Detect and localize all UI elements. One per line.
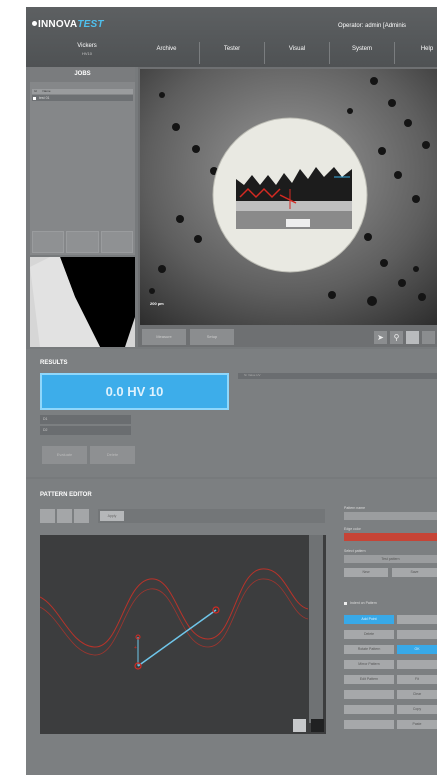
- hardness-value-display: 0.0 HV 10: [40, 373, 229, 410]
- pattern-editor-title: PATTERN EDITOR: [40, 492, 92, 498]
- pattern-grid-button[interactable]: Delete: [344, 630, 394, 639]
- operator-label: Operator: admin: [338, 23, 382, 29]
- pattern-grid-button[interactable]: [397, 630, 437, 639]
- jobs-panel: JOBS Id Name test 01: [30, 67, 135, 255]
- jobs-button-3[interactable]: [100, 231, 133, 253]
- pattern-name-label: Pattern name: [344, 506, 366, 510]
- zoom-icon[interactable]: ⚲: [390, 331, 403, 344]
- pattern-canvas[interactable]: +: [39, 535, 326, 734]
- pattern-grid-button[interactable]: Add Point: [344, 615, 394, 624]
- pattern-grid-button[interactable]: [397, 615, 437, 624]
- mode-sub-label: HV10: [81, 51, 92, 56]
- pattern-grid-button[interactable]: [344, 705, 394, 714]
- pattern-grid-button[interactable]: Rotate Pattern: [344, 645, 394, 654]
- edge-color-swatch[interactable]: [344, 533, 437, 541]
- canvas-zoom-out[interactable]: [311, 719, 324, 732]
- sample-image: [140, 69, 437, 325]
- job-row[interactable]: test 01: [32, 95, 133, 101]
- brand-prefix: INNOVA: [38, 19, 78, 30]
- pattern-grid-button[interactable]: OK: [397, 645, 437, 654]
- overview-thumbnail[interactable]: [30, 257, 135, 347]
- tab-system[interactable]: System: [329, 42, 394, 64]
- test-mode-selector[interactable]: Vickers HV10: [62, 42, 112, 58]
- pattern-toolbar: Apply: [98, 509, 325, 523]
- pattern-grid-button[interactable]: Fit: [397, 675, 437, 684]
- main-nav: Archive Tester Visual System Help: [134, 42, 437, 64]
- pattern-grid-button[interactable]: Copy: [397, 705, 437, 714]
- cursor-icon[interactable]: ➤: [374, 331, 387, 344]
- jobs-button-2[interactable]: [66, 231, 99, 253]
- mode-label: Vickers: [77, 43, 97, 49]
- jobs-column-header: Id Name: [32, 89, 133, 94]
- select-pattern-label: Select pattern: [344, 549, 366, 553]
- tab-help[interactable]: Help: [394, 42, 437, 64]
- evaluate-button[interactable]: Evaluate: [42, 446, 87, 464]
- pattern-editor-panel: PATTERN EDITOR Apply + Pattern name Edge…: [26, 479, 437, 775]
- scale-bar-label: 200 µm: [150, 301, 164, 306]
- pattern-grid-button[interactable]: Paste: [397, 720, 437, 729]
- pattern-grid-button[interactable]: Mirror Pattern: [344, 660, 394, 669]
- jobs-button-bar: [32, 231, 133, 253]
- edge-color-label: Edge color: [344, 527, 361, 531]
- d1-field[interactable]: D1: [40, 415, 131, 424]
- camera-image[interactable]: 200 µm: [140, 69, 437, 325]
- user-info: Operator: admin [Adminis: [338, 23, 406, 29]
- tab-archive[interactable]: Archive: [134, 42, 199, 64]
- setup-button[interactable]: Setup: [190, 329, 234, 345]
- pattern-drawing: +: [39, 568, 309, 670]
- pattern-grid-button[interactable]: [344, 720, 394, 729]
- camera-view-panel: 200 µm Measure Setup ➤ ⚲: [138, 67, 437, 347]
- save-pattern-button[interactable]: Save: [392, 568, 437, 577]
- pattern-grid-button[interactable]: [397, 660, 437, 669]
- job-checkbox[interactable]: [33, 96, 36, 100]
- tab-tester[interactable]: Tester: [199, 42, 264, 64]
- job-name: test 01: [39, 96, 50, 100]
- pattern-grid-button[interactable]: Clear: [397, 690, 437, 699]
- pattern-name-input[interactable]: [344, 512, 437, 520]
- grid-icon[interactable]: [422, 331, 435, 344]
- brand-logo: INNOVATEST: [32, 19, 104, 30]
- delete-result-button[interactable]: Delete: [90, 446, 135, 464]
- focus-icon[interactable]: [406, 331, 419, 344]
- canvas-zoom-in[interactable]: [293, 719, 306, 732]
- results-title: RESULTS: [40, 360, 68, 366]
- d2-field[interactable]: D2: [40, 426, 131, 435]
- jobs-col-name: Name: [42, 89, 51, 93]
- indent-on-pattern-label: Indent on Pattern: [350, 601, 377, 605]
- app-window: INNOVATEST Operator: admin [Adminis Vick…: [26, 7, 437, 775]
- results-table-header: Nr Value HV: [238, 373, 437, 379]
- jobs-button-1[interactable]: [32, 231, 65, 253]
- pattern-grid-button[interactable]: [344, 690, 394, 699]
- thumbnail-image: [30, 257, 135, 347]
- checkbox-box: [344, 601, 347, 605]
- brand-accent: TEST: [77, 19, 104, 30]
- app-header: INNOVATEST Operator: admin [Adminis Vick…: [26, 7, 437, 67]
- logo-dot-icon: [32, 21, 37, 26]
- view-toolbar: Measure Setup ➤ ⚲: [138, 327, 437, 347]
- tab-visual[interactable]: Visual: [264, 42, 329, 64]
- apply-button[interactable]: Apply: [100, 511, 124, 521]
- results-panel: RESULTS 0.0 HV 10 Nr Value HV D1 D2 Eval…: [26, 349, 437, 477]
- measure-button[interactable]: Measure: [142, 329, 186, 345]
- indent-on-pattern-checkbox[interactable]: Indent on Pattern: [344, 601, 377, 605]
- pattern-grid-button[interactable]: Edit Pattern: [344, 675, 394, 684]
- pattern-tool-2[interactable]: [57, 509, 72, 523]
- new-pattern-button[interactable]: New: [344, 568, 388, 577]
- pattern-tool-3[interactable]: [74, 509, 89, 523]
- pattern-tool-1[interactable]: [40, 509, 55, 523]
- canvas-vertical-scrollbar[interactable]: [309, 535, 323, 723]
- jobs-title: JOBS: [30, 67, 135, 82]
- svg-text:+: +: [134, 645, 137, 651]
- role-label: [Adminis: [383, 23, 407, 29]
- select-pattern-dropdown[interactable]: Test pattern: [344, 555, 437, 563]
